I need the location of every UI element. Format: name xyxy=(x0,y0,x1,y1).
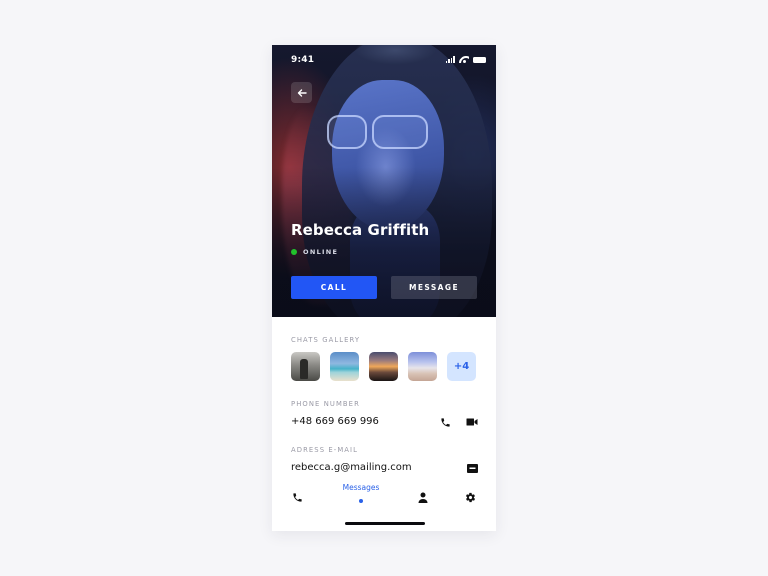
gallery-more-button[interactable]: +4 xyxy=(447,352,476,381)
presence-status: ONLINE xyxy=(291,248,338,256)
arrow-left-icon xyxy=(297,88,307,97)
home-indicator[interactable] xyxy=(345,522,425,525)
signal-icon xyxy=(445,56,455,63)
nav-settings[interactable] xyxy=(462,489,478,505)
email-label: ADRESS E-MAIL xyxy=(291,446,359,454)
video-call-button[interactable] xyxy=(465,415,479,429)
nav-messages[interactable]: Messages xyxy=(334,473,388,513)
nav-calls[interactable] xyxy=(289,489,305,505)
nav-contacts[interactable] xyxy=(415,489,431,505)
video-camera-icon xyxy=(466,418,478,426)
phone-icon xyxy=(292,492,302,502)
contact-name: Rebecca Griffith xyxy=(291,221,430,239)
chats-gallery: +4 xyxy=(291,352,476,381)
person-icon xyxy=(418,492,428,503)
contact-profile-screen: 9:41 Rebecca Griffith ONLINE CALL MESSAG… xyxy=(272,45,496,531)
phone-value: +48 669 669 996 xyxy=(291,416,379,427)
gallery-thumbnail[interactable] xyxy=(408,352,437,381)
email-row: rebecca.g@mailing.com xyxy=(272,459,496,473)
presence-label: ONLINE xyxy=(303,248,339,256)
status-time: 9:41 xyxy=(291,55,315,65)
envelope-icon xyxy=(466,463,478,473)
phone-label: PHONE NUMBER xyxy=(291,400,360,408)
gallery-label: CHATS GALLERY xyxy=(291,336,361,344)
nav-messages-label: Messages xyxy=(342,483,380,492)
gallery-thumbnail[interactable] xyxy=(291,352,320,381)
message-button[interactable]: MESSAGE xyxy=(391,276,477,299)
phone-icon xyxy=(440,417,450,427)
gallery-thumbnail[interactable] xyxy=(369,352,398,381)
gallery-thumbnail[interactable] xyxy=(330,352,359,381)
gear-icon xyxy=(465,492,475,502)
call-button[interactable]: CALL xyxy=(291,276,377,299)
send-email-button[interactable] xyxy=(465,461,479,473)
back-button[interactable] xyxy=(291,82,312,103)
wifi-icon xyxy=(459,56,469,63)
active-indicator-dot xyxy=(359,499,363,503)
online-dot-icon xyxy=(291,249,297,255)
battery-icon xyxy=(473,56,486,63)
profile-hero-photo: 9:41 Rebecca Griffith ONLINE CALL MESSAG… xyxy=(272,45,496,317)
voice-call-button[interactable] xyxy=(438,415,452,429)
email-value: rebecca.g@mailing.com xyxy=(291,462,412,473)
status-icons xyxy=(445,56,486,63)
